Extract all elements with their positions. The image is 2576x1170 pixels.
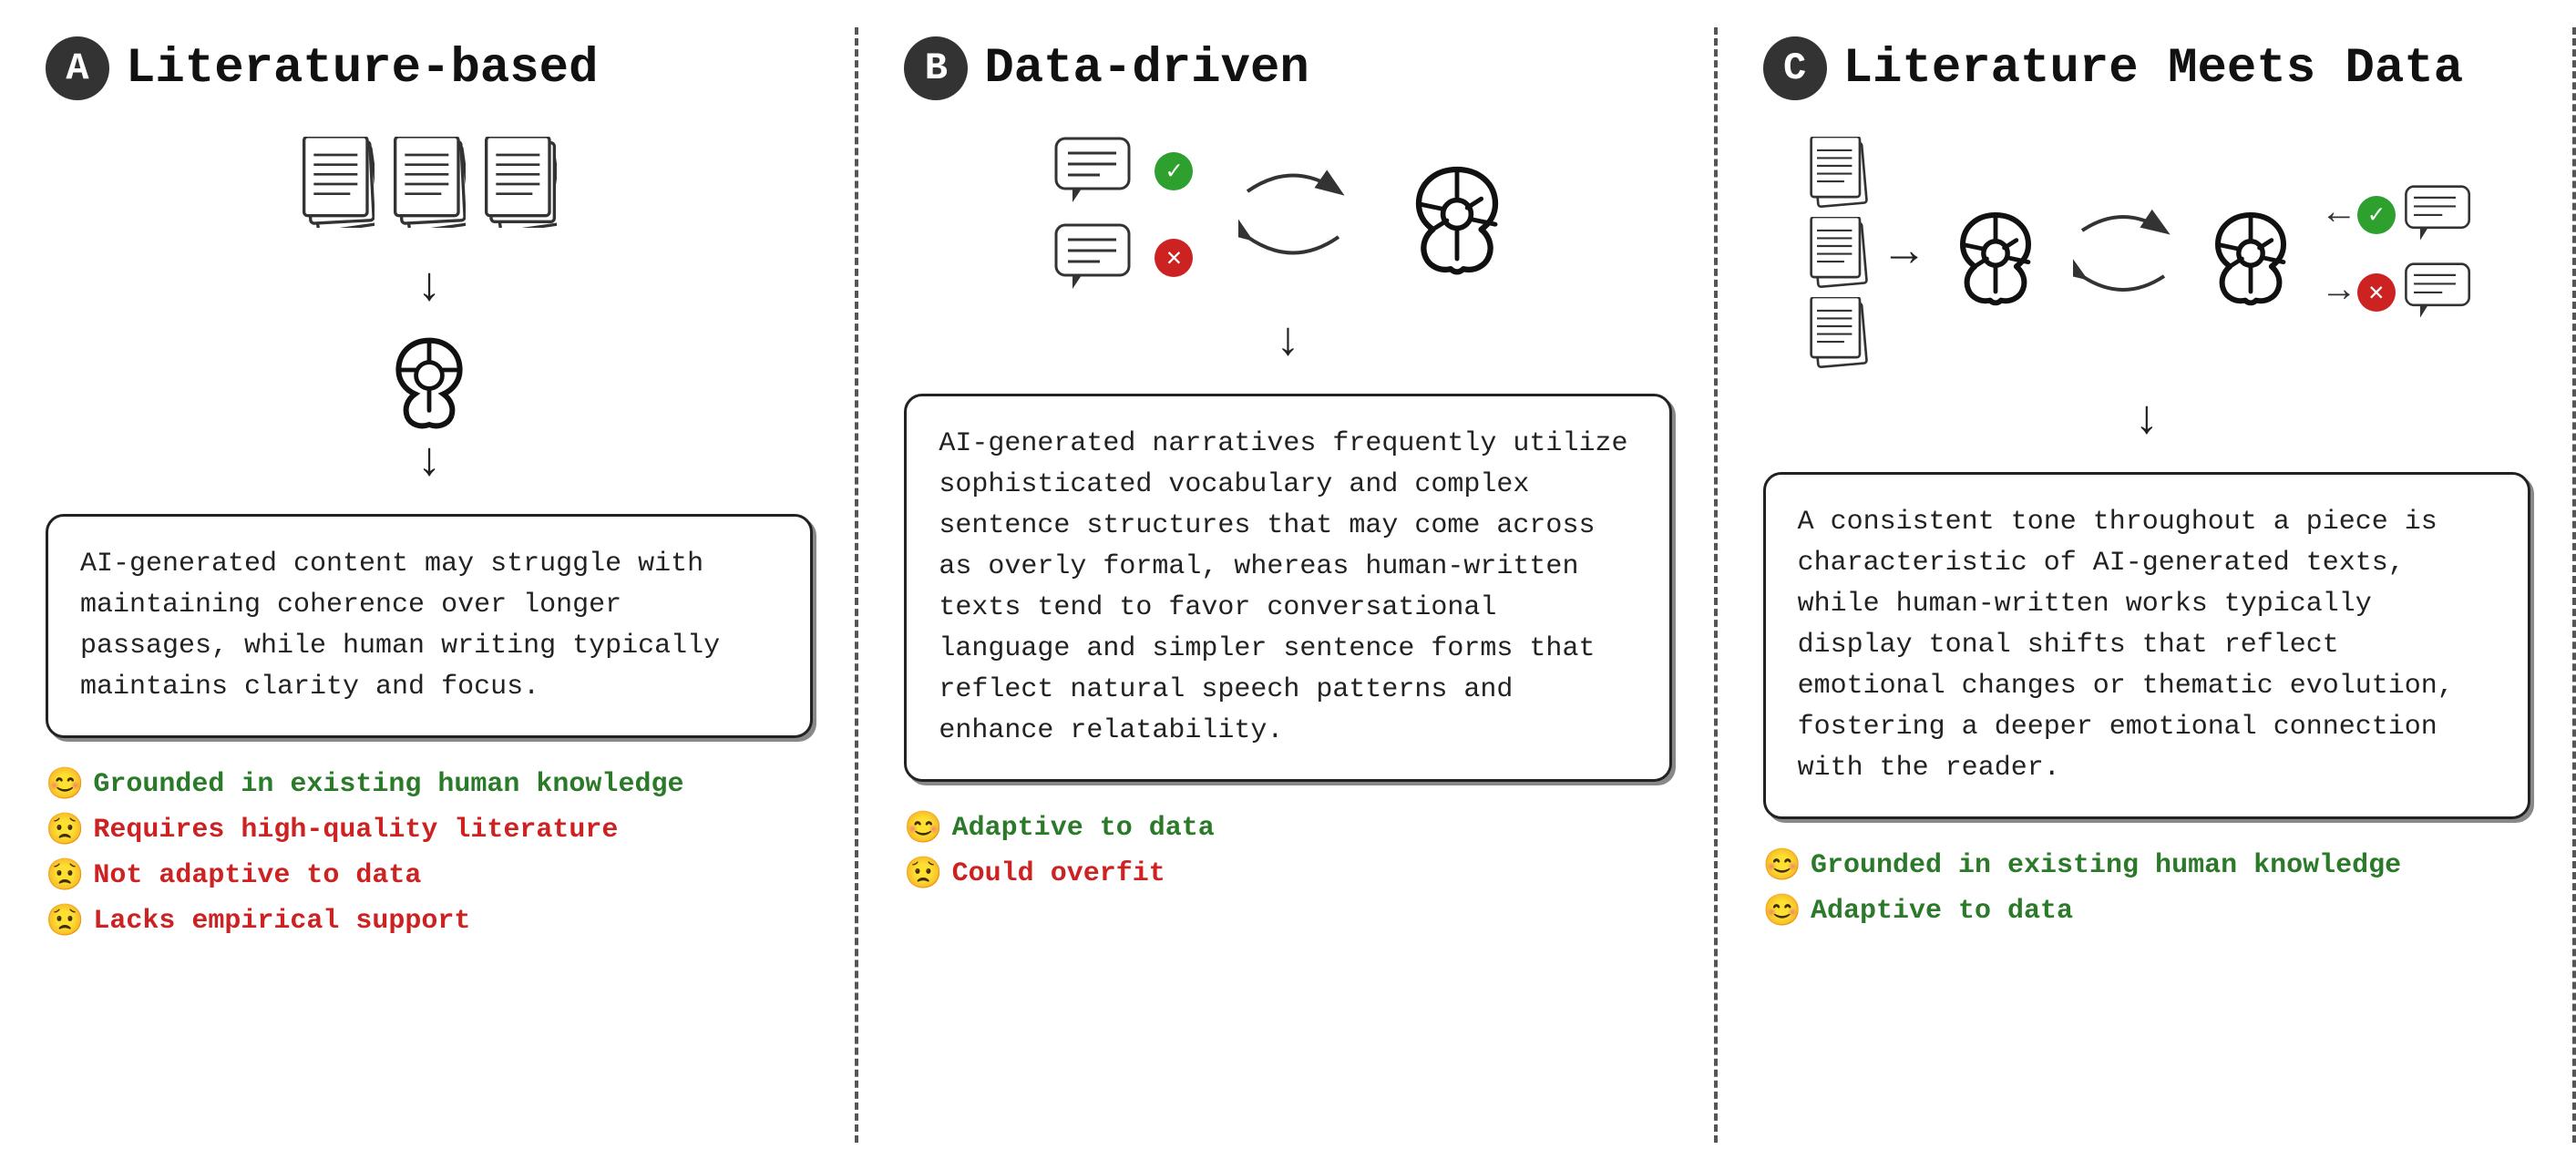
panel-c-pros-cons: 😊 Grounded in existing human knowledge 😊… — [1763, 847, 2401, 930]
emoji-bad-b1: 😟 — [904, 855, 942, 893]
panel-b-header: B Data-driven — [904, 36, 1309, 100]
panel-c-docs — [1809, 137, 1868, 370]
panel-a-con-1-text: Requires high-quality literature — [93, 815, 618, 846]
panel-a-pros-cons: 😊 Grounded in existing human knowledge 😟… — [46, 765, 683, 940]
arrow-c-1: → — [1891, 228, 1918, 280]
cycle-svg-b — [1238, 155, 1348, 273]
emoji-bad-3: 😟 — [46, 902, 84, 940]
doc-c-2 — [1809, 217, 1868, 290]
panel-b-description: AI-generated narratives frequently utili… — [904, 394, 1671, 782]
emoji-good-b1: 😊 — [904, 809, 942, 847]
openai-logo-a — [375, 321, 484, 430]
c-good-bubble-row: ← ✓ — [2328, 185, 2485, 244]
panel-b-con-1-text: Could overfit — [952, 858, 1165, 889]
panel-a-description: AI-generated content may struggle with m… — [46, 514, 813, 738]
openai-logo-c2 — [2196, 199, 2305, 308]
c-status-cross: ✕ — [2357, 273, 2396, 312]
emoji-bad-1: 😟 — [46, 811, 84, 849]
panel-c-description: A consistent tone throughout a piece is … — [1763, 472, 2530, 819]
panel-c-header: C Literature Meets Data — [1763, 36, 2464, 100]
panel-b-diagram: ✓ ✕ — [904, 137, 1671, 292]
status-cross: ✕ — [1155, 239, 1193, 277]
panel-c-letter: C — [1763, 36, 1827, 100]
panel-c-right-bubbles: ← ✓ → ✕ — [2328, 185, 2485, 322]
emoji-good-c1: 😊 — [1763, 847, 1801, 885]
chat-row-bad: ✕ — [1054, 223, 1193, 292]
panel-b-letter: B — [904, 36, 968, 100]
panel-b-title: Data-driven — [984, 41, 1309, 97]
panel-c-pro-2-text: Adaptive to data — [1811, 896, 2073, 927]
openai-logo-b-container — [1393, 150, 1521, 278]
document-stack-1 — [302, 137, 375, 228]
arrow-down-c: ↓ — [2132, 397, 2160, 445]
chat-bubble-c-good — [2403, 185, 2485, 244]
panel-a-con-2: 😟 Not adaptive to data — [46, 857, 683, 895]
chat-bubble-good — [1054, 137, 1145, 205]
panel-a-docs — [302, 137, 557, 228]
panel-b: B Data-driven ✓ — [858, 0, 1717, 1170]
panel-a-pro-1: 😊 Grounded in existing human knowledge — [46, 765, 683, 804]
panel-c-title: Literature Meets Data — [1843, 41, 2464, 97]
arrow-c-good: ← — [2328, 194, 2350, 235]
doc-c-3 — [1809, 297, 1868, 370]
panel-a-pro-1-text: Grounded in existing human knowledge — [93, 769, 683, 800]
emoji-good-c2: 😊 — [1763, 892, 1801, 930]
openai-logo-c1 — [1941, 199, 2050, 308]
panel-b-pro-1: 😊 Adaptive to data — [904, 809, 1214, 847]
cycle-arrows-c — [2073, 199, 2173, 308]
panel-c-diagram: → — [1763, 137, 2530, 370]
panel-a-con-1: 😟 Requires high-quality literature — [46, 811, 683, 849]
document-stack-3 — [484, 137, 557, 228]
c-status-check: ✓ — [2357, 196, 2396, 234]
panel-c-pro-2: 😊 Adaptive to data — [1763, 892, 2401, 930]
arrow-c-bad: → — [2328, 272, 2350, 313]
panel-a-letter: A — [46, 36, 109, 100]
chat-bubble-bad — [1054, 223, 1145, 292]
chat-bubble-c-bad — [2403, 262, 2485, 322]
status-check: ✓ — [1155, 152, 1193, 190]
document-stack-2 — [393, 137, 466, 228]
chat-bubbles-b: ✓ ✕ — [1054, 137, 1193, 292]
panel-a-con-2-text: Not adaptive to data — [93, 860, 421, 891]
panel-b-con-1: 😟 Could overfit — [904, 855, 1214, 893]
panel-a-con-3: 😟 Lacks empirical support — [46, 902, 683, 940]
emoji-good-1: 😊 — [46, 765, 84, 804]
cycle-svg-c — [2073, 199, 2173, 308]
panel-a-title: Literature-based — [126, 41, 598, 97]
emoji-bad-2: 😟 — [46, 857, 84, 895]
panel-a: A Literature-based — [0, 0, 858, 1170]
panel-b-pro-1-text: Adaptive to data — [952, 813, 1215, 844]
panel-c: C Literature Meets Data → — [1718, 0, 2576, 1170]
cycle-arrows-b — [1238, 155, 1348, 273]
c-bad-bubble-row: → ✕ — [2328, 262, 2485, 322]
arrow-down-a1: ↓ — [416, 264, 444, 312]
panel-a-header: A Literature-based — [46, 36, 598, 100]
doc-c-1 — [1809, 137, 1868, 210]
panel-b-pros-cons: 😊 Adaptive to data 😟 Could overfit — [904, 809, 1214, 893]
panel-a-con-3-text: Lacks empirical support — [93, 906, 470, 937]
arrow-down-a2: ↓ — [416, 439, 444, 487]
panel-c-pro-1-text: Grounded in existing human knowledge — [1811, 850, 2401, 881]
panel-c-pro-1: 😊 Grounded in existing human knowledge — [1763, 847, 2401, 885]
chat-row-good: ✓ — [1054, 137, 1193, 205]
openai-logo-b — [1393, 150, 1521, 278]
arrow-down-b: ↓ — [1274, 319, 1302, 366]
